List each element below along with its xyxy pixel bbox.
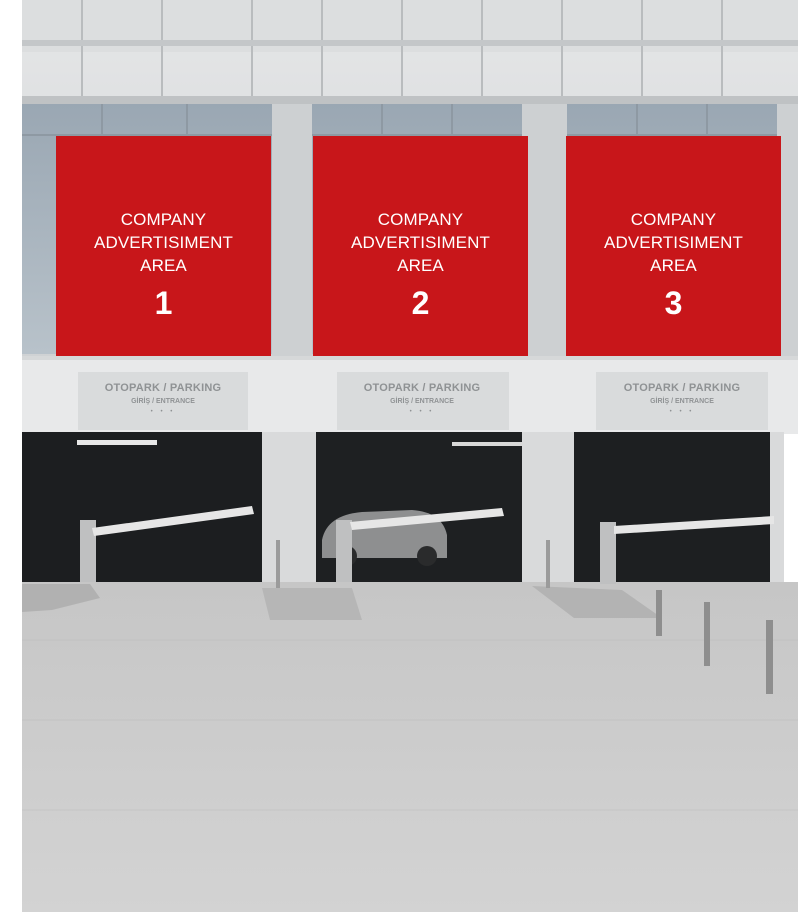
- sign-title: OTOPARK / PARKING: [104, 382, 222, 394]
- barrier-post-3: [600, 522, 616, 584]
- sign-subtitle: GİRİŞ / ENTRANCE: [390, 398, 454, 405]
- ad-number: 2: [411, 285, 430, 321]
- sign-subtitle: GİRİŞ / ENTRANCE: [650, 398, 714, 405]
- pillar-3: [770, 432, 784, 590]
- ad-line-area: AREA: [140, 256, 187, 275]
- sign-dots: • • •: [409, 409, 435, 415]
- ad-line-area: AREA: [650, 256, 697, 275]
- pillar-1: [262, 432, 316, 590]
- advertisement-area-2: COMPANY ADVERTISIMENT AREA 2: [313, 136, 528, 356]
- ad-number: 1: [154, 285, 173, 321]
- ad-line-company: COMPANY: [120, 210, 207, 229]
- sign-title: OTOPARK / PARKING: [363, 382, 481, 394]
- parking-entrance-sign-2: OTOPARK / PARKING GİRİŞ / ENTRANCE • • •: [338, 374, 506, 428]
- ad-number: 3: [664, 285, 683, 321]
- ad-line-advertisiment: ADVERTISIMENT: [351, 233, 490, 252]
- ad-line-company: COMPANY: [377, 210, 464, 229]
- sign-title: OTOPARK / PARKING: [623, 382, 741, 394]
- bollard-1: [656, 590, 662, 636]
- traffic-island-2: [262, 588, 362, 620]
- ad-line-company: COMPANY: [630, 210, 717, 229]
- sign-subtitle: GİRİŞ / ENTRANCE: [131, 398, 195, 405]
- ad-line-advertisiment: ADVERTISIMENT: [94, 233, 233, 252]
- garage-opening-1: [22, 432, 262, 582]
- advertisement-area-3: COMPANY ADVERTISIMENT AREA 3: [566, 136, 781, 356]
- parking-entrance-sign-1: OTOPARK / PARKING GİRİŞ / ENTRANCE • • •: [79, 374, 247, 428]
- bollard-2: [704, 602, 710, 666]
- bollard-3: [766, 620, 773, 694]
- pavement: [22, 582, 798, 912]
- barrier-post-2: [336, 520, 352, 582]
- advertisement-area-1: COMPANY ADVERTISIMENT AREA 1: [56, 136, 271, 356]
- sign-dots: • • •: [669, 409, 695, 415]
- ad-line-area: AREA: [397, 256, 444, 275]
- sign-dots: • • •: [150, 409, 176, 415]
- parking-entrance-sign-3: OTOPARK / PARKING GİRİŞ / ENTRANCE • • •: [598, 374, 766, 428]
- ad-line-advertisiment: ADVERTISIMENT: [604, 233, 743, 252]
